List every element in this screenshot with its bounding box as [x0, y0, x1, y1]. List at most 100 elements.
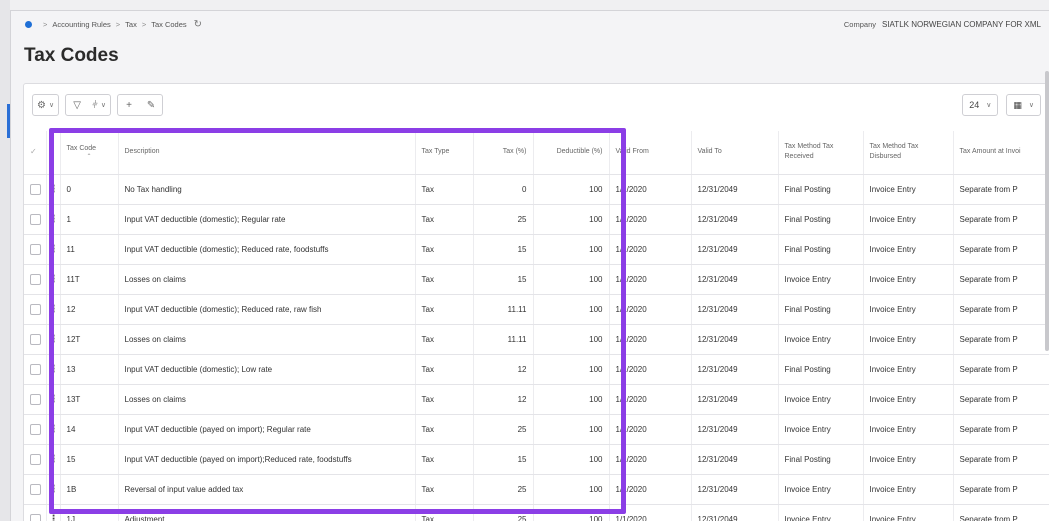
sort-ascending-icon[interactable]: ⌃	[67, 154, 112, 160]
row-checkbox[interactable]	[30, 453, 41, 465]
row-checkbox[interactable]	[30, 333, 41, 345]
row-checkbox[interactable]	[30, 273, 41, 285]
select-all-header[interactable]: ✓	[24, 131, 47, 175]
vertical-scrollbar[interactable]	[1045, 71, 1049, 351]
more-options-icon[interactable]: ⋮	[49, 304, 59, 315]
cell-tax-pct: 0	[473, 174, 534, 205]
table-row[interactable]: ⋮ 1J Adjustment Tax 25 100 1/1/2020 12/31/2049 I…	[24, 504, 1049, 521]
table-row[interactable]: ⋮ 11T Losses on claims Tax 15 100 1/1/2020 12/3…	[24, 264, 1049, 295]
cell-deductible-pct: 100	[533, 354, 610, 385]
cell-deductible-pct: 100	[533, 384, 610, 415]
more-options-icon[interactable]: ⋮	[49, 514, 59, 521]
more-options-icon[interactable]: ⋮	[49, 394, 59, 405]
pencil-icon: ✎	[146, 99, 156, 111]
table-row[interactable]: ⋮ 11 Input VAT deductible (domestic); Redu…	[24, 234, 1049, 265]
cell-tax-pct: 15	[473, 234, 534, 265]
cell-method-received: Invoice Entry	[778, 324, 864, 355]
row-checkbox[interactable]	[30, 183, 41, 195]
view-mode-select[interactable]: ▦ ∨	[1006, 94, 1041, 116]
column-header-valid-from[interactable]: Valid From	[609, 131, 692, 175]
table-row[interactable]: ⋮ 1B Reversal of input value added tax Tax 2…	[24, 474, 1049, 505]
table-row[interactable]: ⋮ 1 Input VAT deductible (domestic); Regul…	[24, 204, 1049, 235]
add-button[interactable]: +	[118, 95, 140, 115]
more-options-icon[interactable]: ⋮	[49, 454, 59, 465]
page-size-select[interactable]: 24 ∨	[962, 94, 999, 116]
table-row[interactable]: ⋮ 14 Input VAT deductible (payed on import…	[24, 414, 1049, 445]
cell-tax-pct: 25	[473, 504, 534, 521]
table-row[interactable]: ⋮ 13T Losses on claims Tax 12 100 1/1/2020 12/3…	[24, 384, 1049, 415]
cell-tax-code: 1	[60, 204, 119, 235]
cell-deductible-pct: 100	[533, 474, 610, 505]
cell-method-received: Final Posting	[778, 294, 864, 325]
breadcrumb-item-accounting-rules[interactable]: Accounting Rules	[52, 20, 110, 29]
cell-valid-to: 12/31/2049	[691, 384, 779, 415]
cell-tax-code: 12	[60, 294, 119, 325]
row-menu-cell: ⋮	[46, 474, 61, 505]
cell-tax-pct: 12	[473, 354, 534, 385]
cell-amount-at-invoice: Separate from P	[953, 174, 1049, 205]
cell-valid-to: 12/31/2049	[691, 474, 779, 505]
more-options-icon[interactable]: ⋮	[49, 364, 59, 375]
row-checkbox[interactable]	[30, 213, 41, 225]
row-checkbox[interactable]	[30, 423, 41, 435]
more-options-icon[interactable]: ⋮	[49, 184, 59, 195]
breadcrumb-separator: >	[43, 19, 48, 29]
edit-button[interactable]: ✎	[140, 95, 162, 115]
row-select-cell	[24, 384, 47, 415]
column-header-amount-at-invoice[interactable]: Tax Amount at Invoi	[953, 131, 1049, 175]
cell-description: Adjustment	[118, 504, 416, 521]
column-header-description[interactable]: Description	[118, 131, 416, 175]
more-options-icon[interactable]: ⋮	[49, 424, 59, 435]
cell-tax-code: 12T	[60, 324, 119, 355]
home-dot-icon[interactable]	[25, 20, 32, 28]
row-checkbox[interactable]	[30, 303, 41, 315]
table-row[interactable]: ⋮ 12T Losses on claims Tax 11.11 100 1/1/2020 1…	[24, 324, 1049, 355]
plus-icon: +	[126, 99, 133, 111]
cell-description: Input VAT deductible (domestic); Regular…	[118, 204, 416, 235]
row-select-cell	[24, 444, 47, 475]
column-header-valid-to[interactable]: Valid To	[691, 131, 779, 175]
chart-menu-button[interactable]: ⫩ ∨	[88, 95, 110, 115]
table-row[interactable]: ⋮ 13 Input VAT deductible (domestic); Low …	[24, 354, 1049, 385]
cell-method-disbursed: Invoice Entry	[863, 444, 954, 475]
row-checkbox[interactable]	[30, 363, 41, 375]
table-row[interactable]: ⋮ 15 Input VAT deductible (payed on import…	[24, 444, 1049, 475]
cell-amount-at-invoice: Separate from P	[953, 234, 1049, 265]
checkmark-icon: ✓	[30, 146, 37, 156]
cell-deductible-pct: 100	[533, 444, 610, 475]
more-options-icon[interactable]: ⋮	[49, 334, 59, 345]
column-header-method-received[interactable]: Tax Method Tax Received	[778, 131, 864, 175]
cell-tax-code: 11	[60, 234, 119, 265]
row-checkbox[interactable]	[30, 483, 41, 495]
more-options-icon[interactable]: ⋮	[49, 274, 59, 285]
row-checkbox[interactable]	[30, 513, 41, 521]
cell-valid-from: 1/1/2020	[609, 174, 692, 205]
table-row[interactable]: ⋮ 12 Input VAT deductible (domestic); Redu…	[24, 294, 1049, 325]
cell-tax-code: 13	[60, 354, 119, 385]
column-header-tax-type[interactable]: Tax Type	[415, 131, 474, 175]
table-row[interactable]: ⋮ 0 No Tax handling Tax 0 100 1/1/2020 12/31/20…	[24, 174, 1049, 205]
cell-amount-at-invoice: Separate from P	[953, 294, 1049, 325]
cell-deductible-pct: 100	[533, 294, 610, 325]
chevron-down-icon: ∨	[48, 102, 55, 109]
more-options-icon[interactable]: ⋮	[49, 484, 59, 495]
more-options-icon[interactable]: ⋮	[49, 244, 59, 255]
column-header-deductible-pct[interactable]: Deductible (%)	[533, 131, 610, 175]
column-header-tax-pct[interactable]: Tax (%)	[473, 131, 534, 175]
more-options-icon[interactable]: ⋮	[49, 214, 59, 225]
column-header-tax-code[interactable]: Tax Code ⌃	[60, 131, 119, 175]
column-header-method-disbursed[interactable]: Tax Method Tax Disbursed	[863, 131, 954, 175]
table-view-icon: ▦	[1013, 99, 1022, 110]
cell-valid-from: 1/1/2020	[609, 294, 692, 325]
row-checkbox[interactable]	[30, 243, 41, 255]
company-selector[interactable]: Company SIATLK NORWEGIAN COMPANY FOR XML	[844, 11, 1041, 37]
refresh-icon[interactable]: ↻	[194, 19, 202, 30]
cell-tax-code: 0	[60, 174, 119, 205]
cell-tax-type: Tax	[415, 204, 474, 235]
row-checkbox[interactable]	[30, 393, 41, 405]
company-label: Company	[843, 19, 876, 29]
filter-button[interactable]: ▽	[66, 95, 88, 115]
cell-valid-from: 1/1/2020	[609, 234, 692, 265]
breadcrumb-item-tax[interactable]: Tax	[125, 20, 137, 29]
settings-menu-button[interactable]: ⚙ ∨	[33, 95, 58, 115]
